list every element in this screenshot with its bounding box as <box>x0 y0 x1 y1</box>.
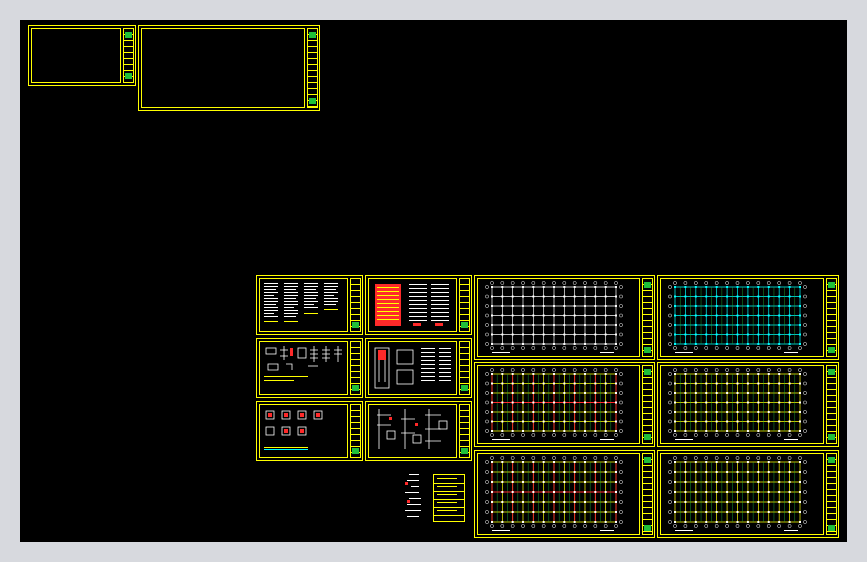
drawing-sheet-blank-large[interactable] <box>138 25 320 111</box>
logo-icon <box>644 434 651 440</box>
title-block <box>826 278 837 357</box>
drawing-sheet-plan-6[interactable] <box>657 450 839 538</box>
sheet-inner-border <box>31 28 121 83</box>
logo-icon <box>828 525 835 531</box>
structural-grid-plan <box>668 368 807 440</box>
title-block <box>826 365 837 444</box>
logo-icon <box>125 32 132 38</box>
drawing-sheet-plan-3[interactable] <box>474 362 655 447</box>
drawing-sheet-plan-1[interactable] <box>474 275 655 360</box>
logo-icon <box>828 347 835 353</box>
structural-grid-plan <box>485 456 623 531</box>
legend-symbols <box>405 474 421 517</box>
title-block <box>459 278 470 332</box>
title-block <box>350 404 361 458</box>
logo-icon <box>309 32 316 38</box>
legend-table-rows <box>434 478 464 516</box>
logo-icon <box>644 347 651 353</box>
logo-icon <box>352 385 359 391</box>
model-space-viewport[interactable] <box>20 20 847 542</box>
title-block <box>642 365 653 444</box>
details-drawing <box>374 347 451 389</box>
legend-table <box>433 474 465 522</box>
logo-icon <box>644 525 651 531</box>
structural-grid-plan <box>485 281 623 353</box>
drawing-sheet-details-1[interactable] <box>256 338 363 398</box>
logo-icon <box>828 282 835 288</box>
drawing-sheet-plan-2[interactable] <box>657 275 839 360</box>
drawing-sheet-plan-5[interactable] <box>474 450 655 538</box>
details-drawing <box>264 346 342 381</box>
title-block <box>350 278 361 332</box>
logo-icon <box>461 322 468 328</box>
drawing-sheet-plan-4[interactable] <box>657 362 839 447</box>
notes-drawing <box>264 283 338 322</box>
title-block <box>642 278 653 357</box>
drawing-sheet-details-3[interactable] <box>256 401 363 461</box>
logo-icon <box>461 385 468 391</box>
sheet-inner-border <box>141 28 305 108</box>
title-block <box>459 341 470 395</box>
details-drawing <box>377 409 448 449</box>
notes-table-drawing <box>375 284 449 326</box>
logo-icon <box>828 434 835 440</box>
logo-icon <box>644 369 651 375</box>
details-drawing <box>264 410 323 450</box>
logo-icon <box>125 73 132 79</box>
title-block <box>350 341 361 395</box>
legend-group[interactable] <box>403 472 465 524</box>
title-block <box>123 28 134 83</box>
title-block <box>826 453 837 535</box>
structural-grid-plan <box>485 368 623 440</box>
title-block <box>459 404 470 458</box>
drawing-sheet-details-4[interactable] <box>365 401 472 461</box>
title-block <box>307 28 318 108</box>
title-block <box>642 453 653 535</box>
logo-icon <box>309 98 316 104</box>
logo-icon <box>352 322 359 328</box>
structural-grid-plan <box>668 281 807 353</box>
logo-icon <box>644 457 651 463</box>
drawing-sheet-blank-small[interactable] <box>28 25 136 86</box>
logo-icon <box>352 448 359 454</box>
logo-icon <box>644 282 651 288</box>
drawing-sheet-notes-2[interactable] <box>365 275 472 335</box>
drawing-sheet-notes-1[interactable] <box>256 275 363 335</box>
logo-icon <box>828 369 835 375</box>
logo-icon <box>461 448 468 454</box>
logo-icon <box>828 457 835 463</box>
structural-grid-plan <box>668 456 807 531</box>
drawing-sheet-details-2[interactable] <box>365 338 472 398</box>
